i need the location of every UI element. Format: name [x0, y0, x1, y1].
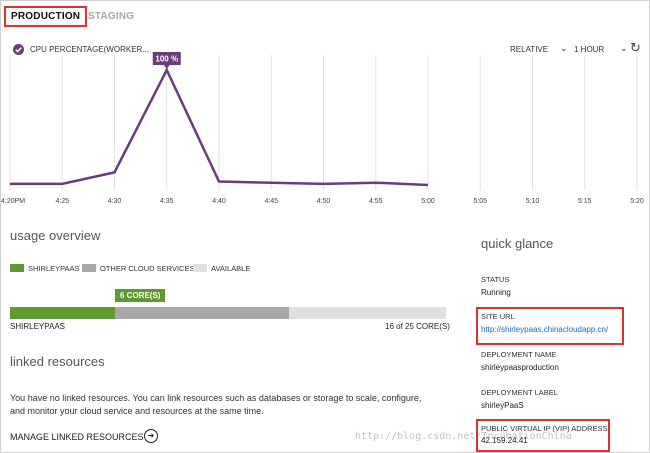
- x-tick-label: 5:20: [630, 198, 644, 205]
- cpu-chart: 100 %: [9, 52, 638, 190]
- tab-production[interactable]: PRODUCTION: [4, 6, 88, 27]
- legend-swatch-shirleypaas: [10, 264, 24, 272]
- status-label: STATUS: [481, 275, 510, 284]
- x-tick-label: 4:55: [368, 198, 383, 205]
- site-url-value-wrap: http://shirleypaas.chinacloudapp.cn/: [481, 325, 608, 334]
- deployment-label-value: shirleyPaaS: [481, 401, 524, 410]
- peak-label-pointer: [163, 65, 170, 69]
- bar-service-name: SHIRLEYPAAS: [10, 322, 65, 331]
- deployment-name-value: shirleypaasproduction: [481, 363, 559, 372]
- bar-segment-shirleypaas: [10, 307, 115, 319]
- arrow-right-circle-icon[interactable]: ➜: [144, 429, 158, 443]
- x-tick-label: 4:30: [107, 198, 122, 205]
- legend-label-shirleypaas: SHIRLEYPAAS: [28, 264, 80, 273]
- deployment-name-label: DEPLOYMENT NAME: [481, 350, 557, 359]
- usage-overview-title: usage overview: [10, 228, 101, 243]
- x-tick-label: 5:15: [577, 198, 592, 205]
- core-usage-callout: 6 CORE(S): [115, 289, 166, 302]
- deployment-label-label: DEPLOYMENT LABEL: [481, 388, 558, 397]
- x-tick-label: 4:20PM: [1, 198, 26, 205]
- legend-swatch-available: [193, 264, 207, 272]
- tab-staging[interactable]: STAGING: [88, 11, 134, 22]
- linked-resources-description: You have no linked resources. You can li…: [10, 393, 422, 416]
- site-url-label: SITE URL: [481, 312, 515, 321]
- x-tick-label: 5:05: [473, 198, 488, 205]
- x-tick-label: 4:40: [212, 198, 226, 205]
- x-tick-label: 5:10: [525, 198, 540, 205]
- bar-core-count: 16 of 25 CORE(S): [385, 322, 450, 331]
- manage-linked-resources-link[interactable]: MANAGE LINKED RESOURCES: [10, 432, 144, 442]
- x-tick-label: 4:35: [159, 198, 174, 205]
- linked-resources-title: linked resources: [10, 354, 105, 369]
- legend-label-other: OTHER CLOUD SERVICES: [100, 264, 195, 273]
- bar-segment-other: [114, 307, 290, 319]
- site-url-link[interactable]: http://shirleypaas.chinacloudapp.cn/: [481, 325, 608, 334]
- x-tick-label: 4:50: [316, 198, 331, 205]
- watermark: http://blog.csdn.net/IncubationChina: [355, 431, 572, 442]
- x-tick-label: 5:00: [421, 198, 435, 205]
- core-usage-bar: [10, 307, 446, 319]
- x-tick-label: 4:25: [55, 198, 70, 205]
- peak-label-text: 100 %: [155, 55, 178, 64]
- legend-label-available: AVAILABLE: [211, 264, 251, 273]
- status-value: Running: [481, 288, 511, 297]
- quick-glance-title: quick glance: [481, 236, 554, 251]
- x-tick-label: 4:45: [264, 198, 279, 205]
- legend-swatch-other: [82, 264, 96, 272]
